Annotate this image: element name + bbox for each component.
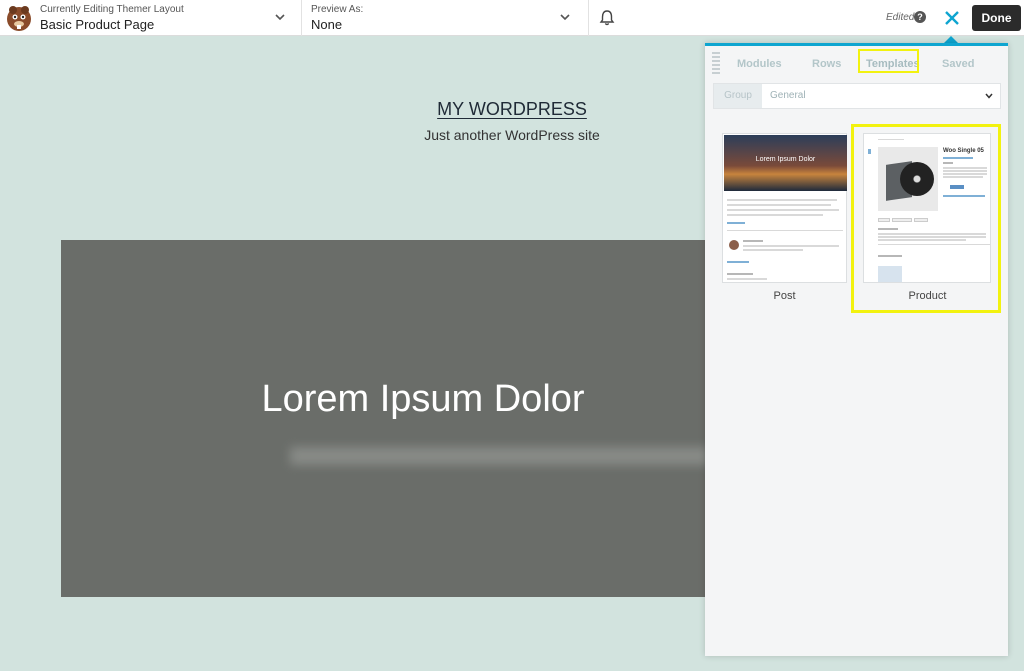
text-line bbox=[727, 209, 839, 211]
hero-meta-blurred bbox=[290, 447, 710, 465]
panel-tabs: Modules Rows Templates Saved bbox=[705, 52, 1008, 78]
group-label: Group bbox=[714, 84, 762, 108]
post-thumb-hero: Lorem Ipsum Dolor bbox=[724, 135, 847, 191]
text-line bbox=[727, 261, 749, 263]
text-line bbox=[727, 273, 753, 275]
chevron-down-icon[interactable] bbox=[558, 10, 572, 24]
preview-as-caption: Preview As: bbox=[311, 4, 363, 15]
tab-saved[interactable]: Saved bbox=[942, 58, 974, 70]
text-line bbox=[727, 222, 745, 224]
templates-tab-highlight bbox=[858, 49, 919, 73]
text-line bbox=[743, 240, 763, 242]
text-line bbox=[727, 199, 837, 201]
layout-name: Basic Product Page bbox=[40, 17, 154, 32]
close-icon[interactable] bbox=[941, 7, 963, 29]
site-title-link[interactable]: MY WORDPRESS bbox=[437, 99, 587, 119]
done-button[interactable]: Done bbox=[972, 5, 1021, 31]
tab-modules[interactable]: Modules bbox=[737, 58, 782, 70]
preview-as-value: None bbox=[311, 17, 342, 32]
layout-selector-caption: Currently Editing Themer Layout bbox=[40, 4, 184, 15]
preview-as-selector[interactable]: Preview As: None bbox=[302, 0, 589, 36]
bell-icon[interactable] bbox=[598, 9, 616, 27]
template-card-post[interactable]: Lorem Ipsum Dolor bbox=[722, 133, 847, 283]
help-icon[interactable]: ? bbox=[914, 11, 926, 23]
content-panel: Modules Rows Templates Saved Group Gener… bbox=[705, 43, 1008, 656]
text-line bbox=[743, 245, 839, 247]
product-card-highlight bbox=[851, 124, 1001, 313]
tab-rows[interactable]: Rows bbox=[812, 58, 841, 70]
text-line bbox=[727, 204, 831, 206]
divider bbox=[727, 230, 843, 231]
chevron-down-icon[interactable] bbox=[273, 10, 287, 24]
text-line bbox=[743, 249, 803, 251]
edited-status: Edited bbox=[886, 12, 914, 23]
avatar bbox=[729, 240, 739, 250]
group-value: General bbox=[770, 90, 806, 101]
text-line bbox=[727, 214, 823, 216]
group-select[interactable]: Group General bbox=[713, 83, 1001, 109]
text-line bbox=[727, 278, 767, 280]
chevron-down-icon[interactable] bbox=[984, 91, 994, 101]
post-thumb-title: Lorem Ipsum Dolor bbox=[724, 156, 847, 163]
template-label-post[interactable]: Post bbox=[722, 290, 847, 302]
beaver-logo-icon bbox=[4, 3, 34, 33]
top-toolbar: Currently Editing Themer Layout Basic Pr… bbox=[0, 0, 1024, 36]
layout-selector[interactable]: Currently Editing Themer Layout Basic Pr… bbox=[40, 0, 302, 36]
